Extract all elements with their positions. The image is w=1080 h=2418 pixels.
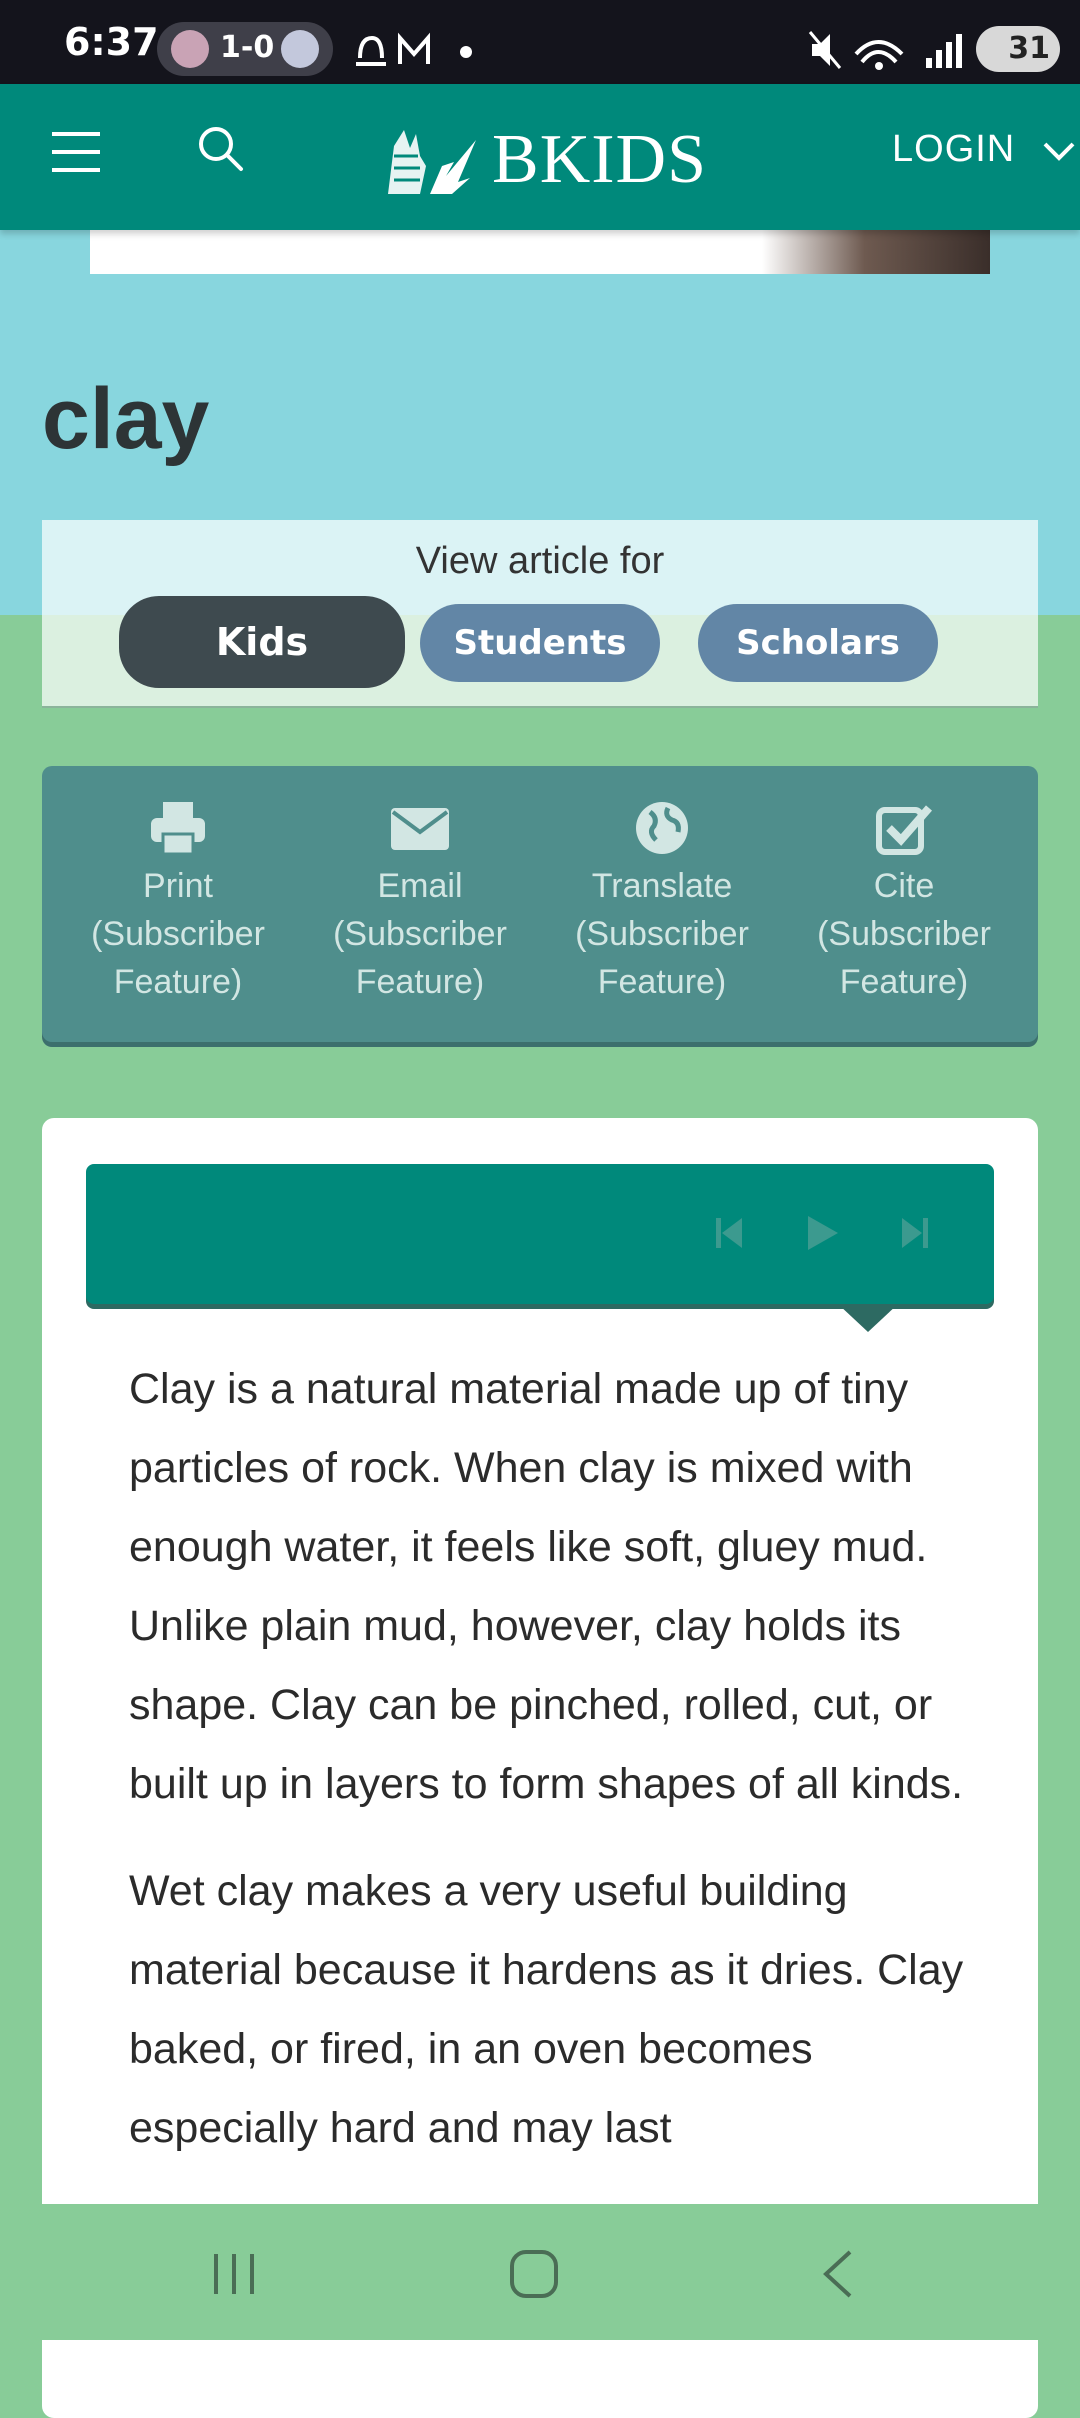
play-icon[interactable] <box>802 1208 842 1258</box>
article-paragraph: Wet clay makes a very useful building ma… <box>129 1867 964 2152</box>
chevron-down-icon[interactable] <box>1042 140 1076 164</box>
back-icon[interactable] <box>818 2248 858 2300</box>
team-badge-icon <box>281 30 319 68</box>
hamburger-line <box>52 168 100 172</box>
battery-indicator: 31 <box>976 26 1060 72</box>
score-text: 1-0 <box>220 30 275 65</box>
banner-photo <box>762 230 990 274</box>
kids-level-button[interactable]: Kids <box>119 596 405 688</box>
status-time: 6:37 <box>64 20 159 64</box>
cite-label: Cite (Subscriber Feature) <box>817 867 991 1001</box>
email-label: Email (Subscriber Feature) <box>333 867 507 1001</box>
article-body: Clay is a natural material made up of ti… <box>129 1350 1009 2196</box>
logo-text: BKIDS <box>492 121 708 198</box>
translate-label: Translate (Subscriber Feature) <box>575 867 749 1001</box>
cite-tool[interactable]: Cite (Subscriber Feature) <box>784 800 1024 1006</box>
notification-icons <box>356 32 472 66</box>
article-tools-bar: Print (Subscriber Feature) Email (Subscr… <box>42 766 1038 1042</box>
cite-check-icon <box>876 805 933 855</box>
player-pointer <box>838 1304 898 1332</box>
system-navigation-bar <box>0 2204 1080 2340</box>
view-article-for-panel: View article for Kids Students Scholars <box>42 520 1038 708</box>
thistle-logo-icon <box>388 130 476 194</box>
email-tool[interactable]: Email (Subscriber Feature) <box>300 800 540 1006</box>
audio-player <box>86 1164 994 1304</box>
email-icon <box>391 808 449 850</box>
home-icon[interactable] <box>508 2248 560 2300</box>
status-bar: 6:37 1-0 31 <box>0 0 1080 84</box>
page-title: clay <box>42 371 210 467</box>
site-header: BKIDS LOGIN <box>0 84 1080 230</box>
skip-previous-icon[interactable] <box>712 1208 746 1258</box>
hamburger-line <box>52 150 100 154</box>
hamburger-line <box>52 132 100 136</box>
translate-tool[interactable]: Translate (Subscriber Feature) <box>542 800 782 1006</box>
print-tool[interactable]: Print (Subscriber Feature) <box>58 800 298 1006</box>
login-button[interactable]: LOGIN <box>892 128 1015 171</box>
search-icon[interactable] <box>196 124 246 174</box>
globe-icon <box>636 802 688 854</box>
team-badge-icon <box>171 30 209 68</box>
students-level-button[interactable]: Students <box>420 604 660 682</box>
print-label: Print (Subscriber Feature) <box>91 867 265 1001</box>
skip-next-icon[interactable] <box>898 1208 932 1258</box>
scholars-level-button[interactable]: Scholars <box>698 604 938 682</box>
live-score-pill[interactable]: 1-0 <box>157 22 333 76</box>
view-article-label: View article for <box>415 540 665 582</box>
article-paragraph: Clay is a natural material made up of ti… <box>129 1365 964 1808</box>
recent-apps-icon[interactable] <box>210 2250 258 2296</box>
print-icon <box>151 802 205 856</box>
menu-button[interactable] <box>52 132 100 172</box>
